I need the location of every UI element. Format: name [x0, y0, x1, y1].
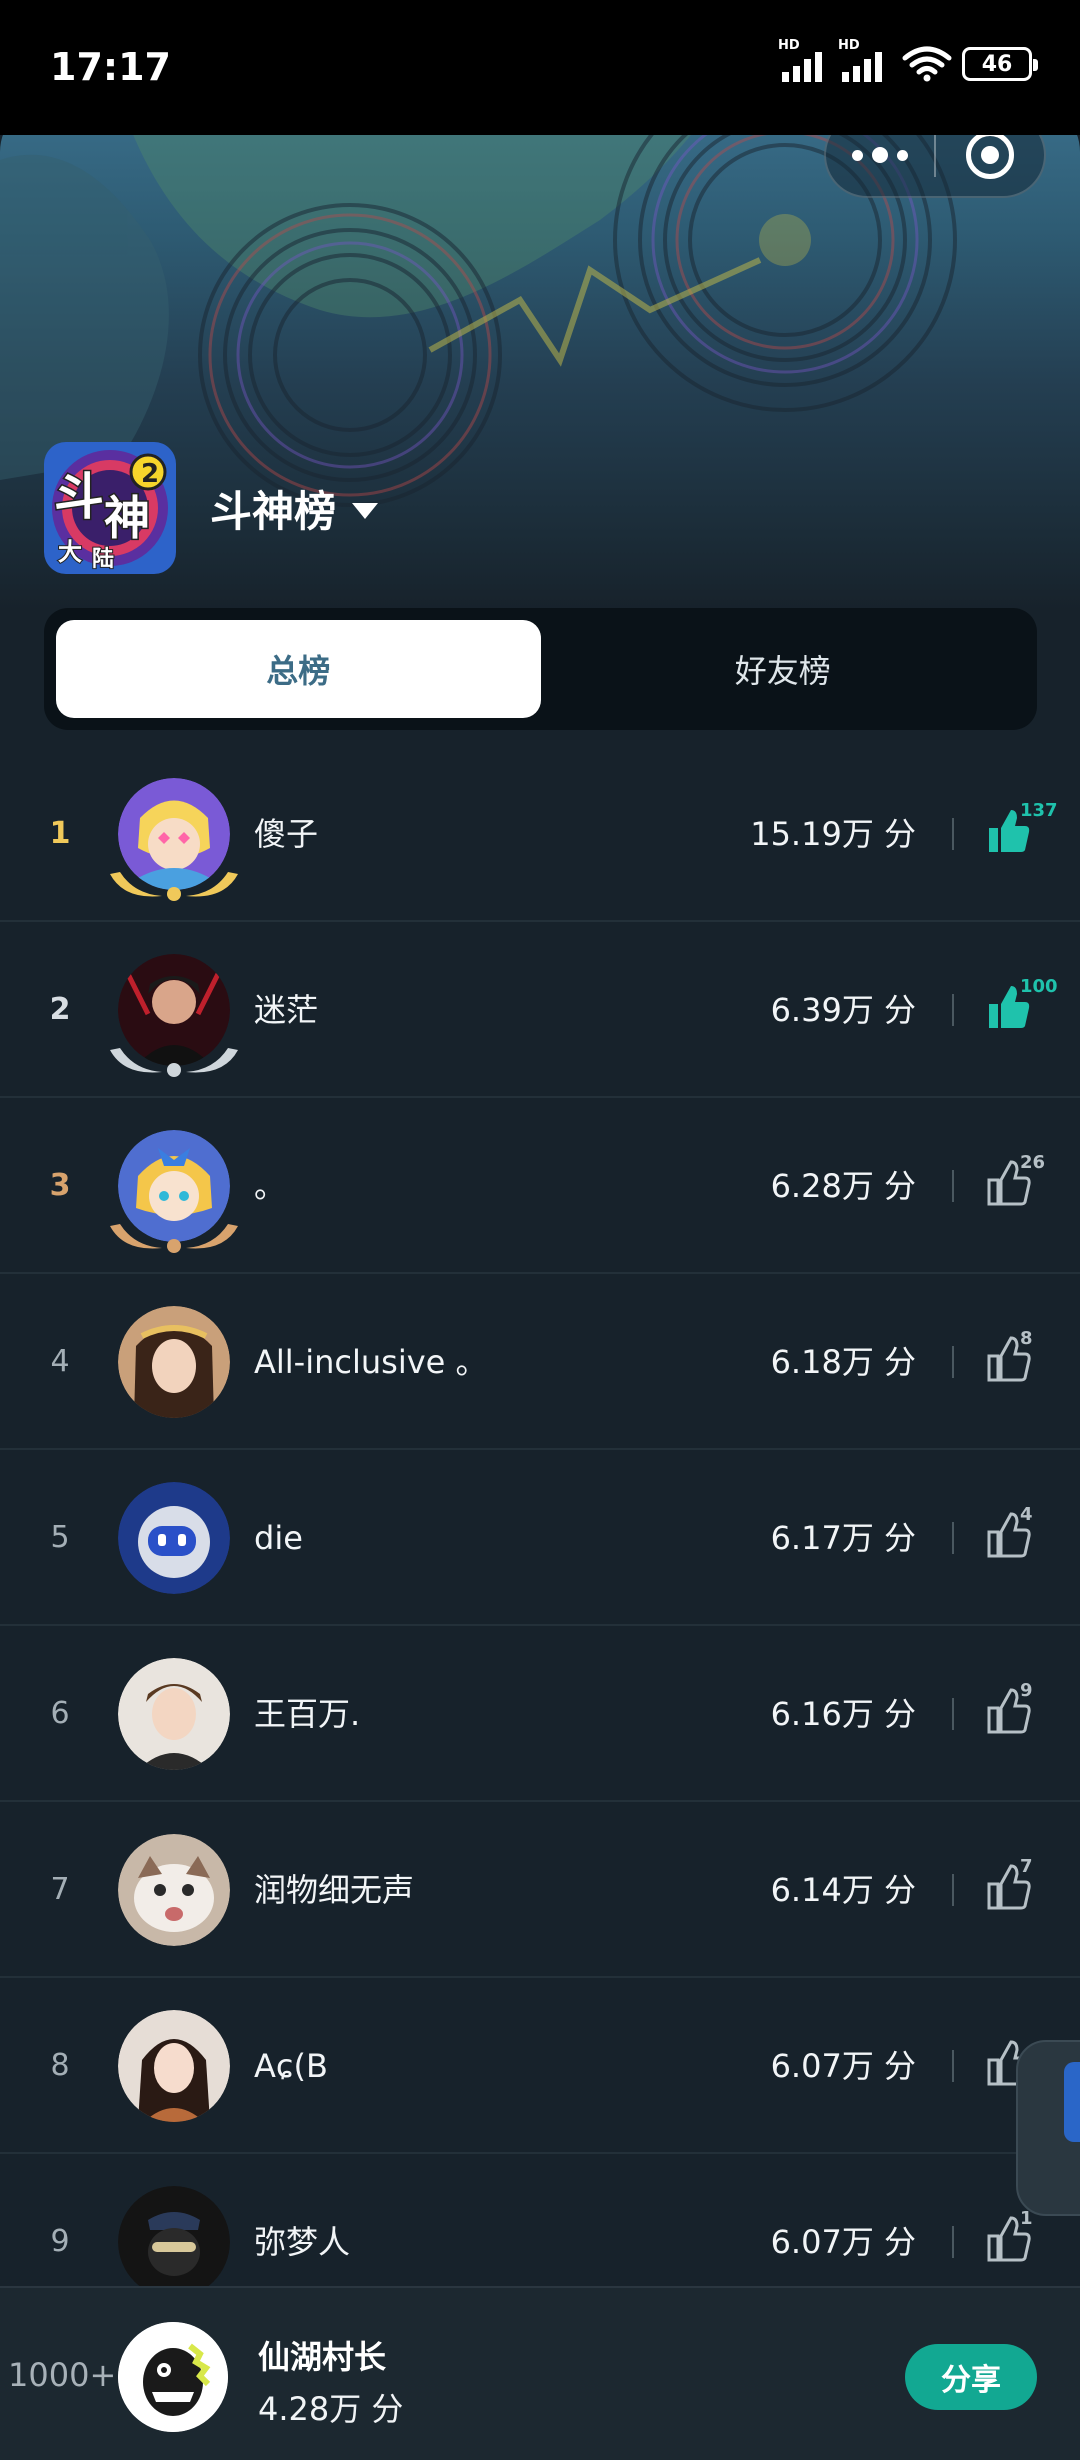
- avatar: [118, 1658, 230, 1770]
- my-avatar: [118, 2322, 228, 2432]
- signal-hd-label: HD: [778, 38, 800, 53]
- divider: [952, 2050, 954, 2082]
- share-button[interactable]: 分享: [905, 2344, 1037, 2410]
- leaderboard-list: 1 傻子 15.19万 分 137 2 迷茫 6.39万 分 100 3 。 6…: [0, 746, 1080, 2330]
- svg-text:2: 2: [141, 459, 159, 489]
- my-rank-bar: 1000+ 仙湖村长 4.28万 分 分享: [0, 2286, 1080, 2460]
- leaderboard-row[interactable]: 5 die 6.17万 分 4: [0, 1450, 1080, 1626]
- wifi-icon: [902, 46, 952, 82]
- like-count: 26: [1020, 1152, 1046, 1173]
- divider: [952, 1170, 954, 1202]
- leaderboard-row[interactable]: 4 All-inclusive 。 6.18万 分 8: [0, 1274, 1080, 1450]
- rank-number: 8: [50, 2048, 70, 2083]
- divider: [952, 1346, 954, 1378]
- player-name: 。: [254, 1167, 287, 1205]
- divider: [952, 1874, 954, 1906]
- player-score: 6.17万 分: [770, 1519, 916, 1557]
- avatar: [118, 1482, 230, 1594]
- like-count: 9: [1020, 1680, 1033, 1701]
- like-count: 100: [1020, 976, 1058, 997]
- divider: [952, 1698, 954, 1730]
- player-score: 6.14万 分: [770, 1871, 916, 1909]
- avatar: [118, 2186, 230, 2298]
- leaderboard-row[interactable]: 3 。 6.28万 分 26: [0, 1098, 1080, 1274]
- caret-down-icon: [352, 502, 379, 519]
- signal-icon: HD: [838, 38, 892, 82]
- player-score: 15.19万 分: [750, 815, 916, 853]
- status-bar: 17:17 HD HD 46: [0, 0, 1080, 135]
- avatar: [118, 2010, 230, 2122]
- player-score: 6.28万 分: [770, 1167, 916, 1205]
- battery-level: 46: [981, 51, 1013, 77]
- svg-text:陆: 陆: [92, 547, 114, 572]
- leaderboard-row[interactable]: 8 Aɕ(B 6.07万 分: [0, 1978, 1080, 2154]
- avatar: [118, 1834, 230, 1946]
- like-count: 137: [1020, 800, 1058, 821]
- svg-text:神: 神: [104, 491, 150, 545]
- rank-number: 3: [49, 1168, 71, 1203]
- signal-icon: HD: [778, 38, 832, 82]
- divider: [952, 818, 954, 850]
- like-count: 4: [1020, 1504, 1033, 1525]
- rank-number: 5: [50, 1520, 70, 1555]
- signal-hd-label: HD: [838, 38, 860, 53]
- laurel-badge-icon: [110, 1224, 238, 1253]
- player-score: 6.39万 分: [770, 991, 916, 1029]
- rank-number: 2: [49, 992, 71, 1027]
- board-title: 斗神榜: [210, 487, 337, 536]
- player-name: die: [254, 1519, 303, 1557]
- player-score: 6.18万 分: [770, 1343, 916, 1381]
- divider: [952, 994, 954, 1026]
- divider: [952, 1522, 954, 1554]
- rank-number: 7: [50, 1872, 70, 1907]
- player-name: 傻子: [254, 815, 319, 853]
- battery-icon: 46: [962, 47, 1038, 81]
- floating-game-shortcut[interactable]: [1016, 2040, 1080, 2216]
- leaderboard-row[interactable]: 1 傻子 15.19万 分 137: [0, 746, 1080, 922]
- like-count: 8: [1020, 1328, 1033, 1349]
- rank-number: 4: [50, 1344, 70, 1379]
- tab-overall[interactable]: 总榜: [56, 620, 541, 718]
- game-logo: 斗 神 大 陆 2: [44, 442, 176, 574]
- player-name: Aɕ(B: [254, 2047, 328, 2085]
- player-name: All-inclusive 。: [254, 1343, 488, 1381]
- leaderboard-row[interactable]: 7 润物细无声 6.14万 分 7: [0, 1802, 1080, 1978]
- rank-number: 1: [49, 816, 71, 851]
- leaderboard-row[interactable]: 2 迷茫 6.39万 分 100: [0, 922, 1080, 1098]
- tab-friends[interactable]: 好友榜: [541, 620, 1026, 718]
- player-score: 6.07万 分: [770, 2047, 916, 2085]
- status-icons: HD HD 46: [778, 38, 1038, 82]
- my-name: 仙湖村长: [258, 2338, 387, 2376]
- player-name: 润物细无声: [254, 1871, 415, 1909]
- player-name: 王百万.: [254, 1695, 361, 1733]
- player-score: 6.16万 分: [770, 1695, 916, 1733]
- board-selector[interactable]: 斗神榜: [210, 478, 379, 539]
- status-time: 17:17: [50, 45, 171, 89]
- rank-number: 6: [50, 1696, 70, 1731]
- avatar: [118, 1306, 230, 1418]
- player-name: 迷茫: [254, 991, 319, 1029]
- laurel-badge-icon: [110, 1048, 238, 1077]
- my-score: 4.28万 分: [258, 2390, 404, 2428]
- svg-text:斗: 斗: [54, 468, 104, 526]
- leaderboard-row[interactable]: 6 王百万. 6.16万 分 9: [0, 1626, 1080, 1802]
- my-rank: 1000+: [8, 2356, 117, 2394]
- ranking-tabs: 总榜 好友榜: [44, 608, 1037, 730]
- divider: [952, 2226, 954, 2258]
- laurel-badge-icon: [110, 872, 238, 901]
- game-mini-icon: [1064, 2062, 1080, 2142]
- svg-text:大: 大: [58, 538, 82, 566]
- like-count: 7: [1020, 1856, 1033, 1877]
